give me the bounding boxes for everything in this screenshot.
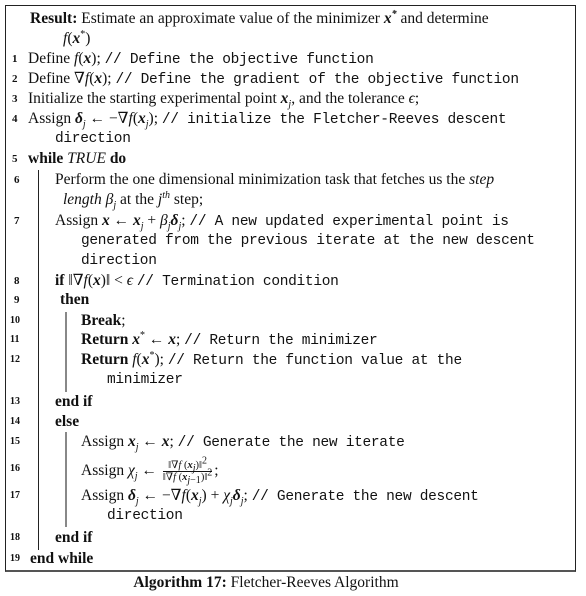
comment: // Generate the new descent [251,489,479,505]
comment: // Generate the new iterate [177,435,405,451]
text: Define [28,50,75,67]
text: Define [28,70,75,87]
line-4: Assign δj ← −∇f(xj); // initialize the F… [28,110,507,131]
keyword: do [109,150,127,167]
line-number: 4 [12,113,18,125]
line-number: 13 [10,396,20,407]
line-number: 8 [14,275,20,287]
result-text: Estimate an approximate value of the min… [81,10,380,27]
line-number: 12 [10,354,20,365]
line-number: 16 [10,463,20,474]
comment: // Return the function value at the [167,353,462,369]
algorithm-caption: Algorithm 17: Fletcher-Reeves Algorithm [0,574,532,592]
caption-label: Algorithm 17: [133,574,227,591]
comment-continuation: generated from the previous iterate at t… [81,233,535,249]
result-fxstar: f(x*) [63,28,91,47]
line-18: end if [55,529,93,546]
keyword: while [28,150,64,167]
line-number: 17 [10,490,20,501]
line-7: Assign x ← xj + βjδj; // A new updated e… [55,212,509,233]
result-line: Result: Estimate an approximate value of… [30,8,489,28]
x-star: x* [383,8,397,27]
text: Initialize the starting experimental poi… [28,90,281,107]
line-9: then [60,291,90,308]
line-6: Perform the one dimensional minimization… [55,171,494,189]
line-number: 10 [10,315,20,326]
line-number: 6 [14,174,20,186]
text: length [63,191,102,208]
text: step [469,171,495,188]
keyword: Return [81,351,129,368]
line-16: Assign χj ← ‖∇f (xj)‖2 ‖∇f (xj−1)‖2 ; [81,455,219,487]
comment: // Return the minimizer [184,333,378,349]
line-number: 19 [10,553,20,564]
line-12: Return f(x*); // Return the function val… [81,349,462,369]
text: at the [116,191,158,208]
text: Assign [81,487,128,504]
text: , and the tolerance [291,90,409,107]
line-number: 2 [12,73,18,85]
else-block-bar [65,432,67,527]
text: Assign [81,433,128,450]
comment: // Define the gradient of the objective … [115,72,519,88]
epsilon: ϵ [408,90,415,107]
comment: // Define the objective function [104,52,374,68]
line-3: Initialize the starting experimental poi… [28,90,420,111]
line-11: Return x* ← x; // Return the minimizer [81,329,378,349]
line-10: Break; [81,312,126,329]
text: Assign [81,462,128,480]
comment: // A new updated experimental point is [189,214,509,230]
while-block-bar [38,170,39,550]
keyword: if [55,272,65,289]
line-8: if ‖∇f(x)‖ < ϵ // Termination condition [55,272,339,290]
comment-continuation: minimizer [107,372,183,388]
line-number: 7 [14,215,20,227]
line-number: 3 [12,93,18,105]
text: Assign [28,110,75,127]
comment-continuation: direction [81,253,157,269]
line-number: 9 [14,294,20,306]
line-number: 18 [10,532,20,543]
line-number: 1 [12,53,18,65]
line-2: Define ∇f(x); // Define the gradient of … [28,70,519,88]
text: Assign [55,212,102,229]
line-5: while TRUE do [28,150,126,168]
comment-continuation: direction [55,131,131,147]
comment: // Termination condition [136,274,339,290]
line-number: 14 [10,416,20,427]
line-14: else [55,413,80,430]
line-number: 11 [10,334,20,345]
result-and: and determine [400,10,489,27]
keyword: Return [81,331,129,348]
text: Perform the one dimensional minimization… [55,171,470,188]
line-number: 5 [12,153,18,165]
line-19: end while [30,550,94,567]
comment: // initialize the Fletcher-Reeves descen… [161,112,507,128]
caption-title: Fletcher-Reeves Algorithm [230,574,399,591]
line-1: Define f(x); // Define the objective fun… [28,50,374,68]
result-label: Result: [30,10,78,27]
line-13: end if [55,393,93,410]
text: step; [169,191,204,208]
condition: TRUE [67,150,106,167]
line-6-cont: length βj at the jth step; [63,189,204,212]
fraction: ‖∇f (xj)‖2 ‖∇f (xj−1)‖2 [162,455,213,487]
comment-continuation: direction [107,508,183,524]
keyword: Break [81,312,122,329]
line-17: Assign δj ← −∇f(xj) + χjδj; // Generate … [81,487,479,508]
line-number: 15 [10,436,20,447]
line-15: Assign xj ← x; // Generate the new itera… [81,433,405,454]
then-block-bar [65,312,67,392]
